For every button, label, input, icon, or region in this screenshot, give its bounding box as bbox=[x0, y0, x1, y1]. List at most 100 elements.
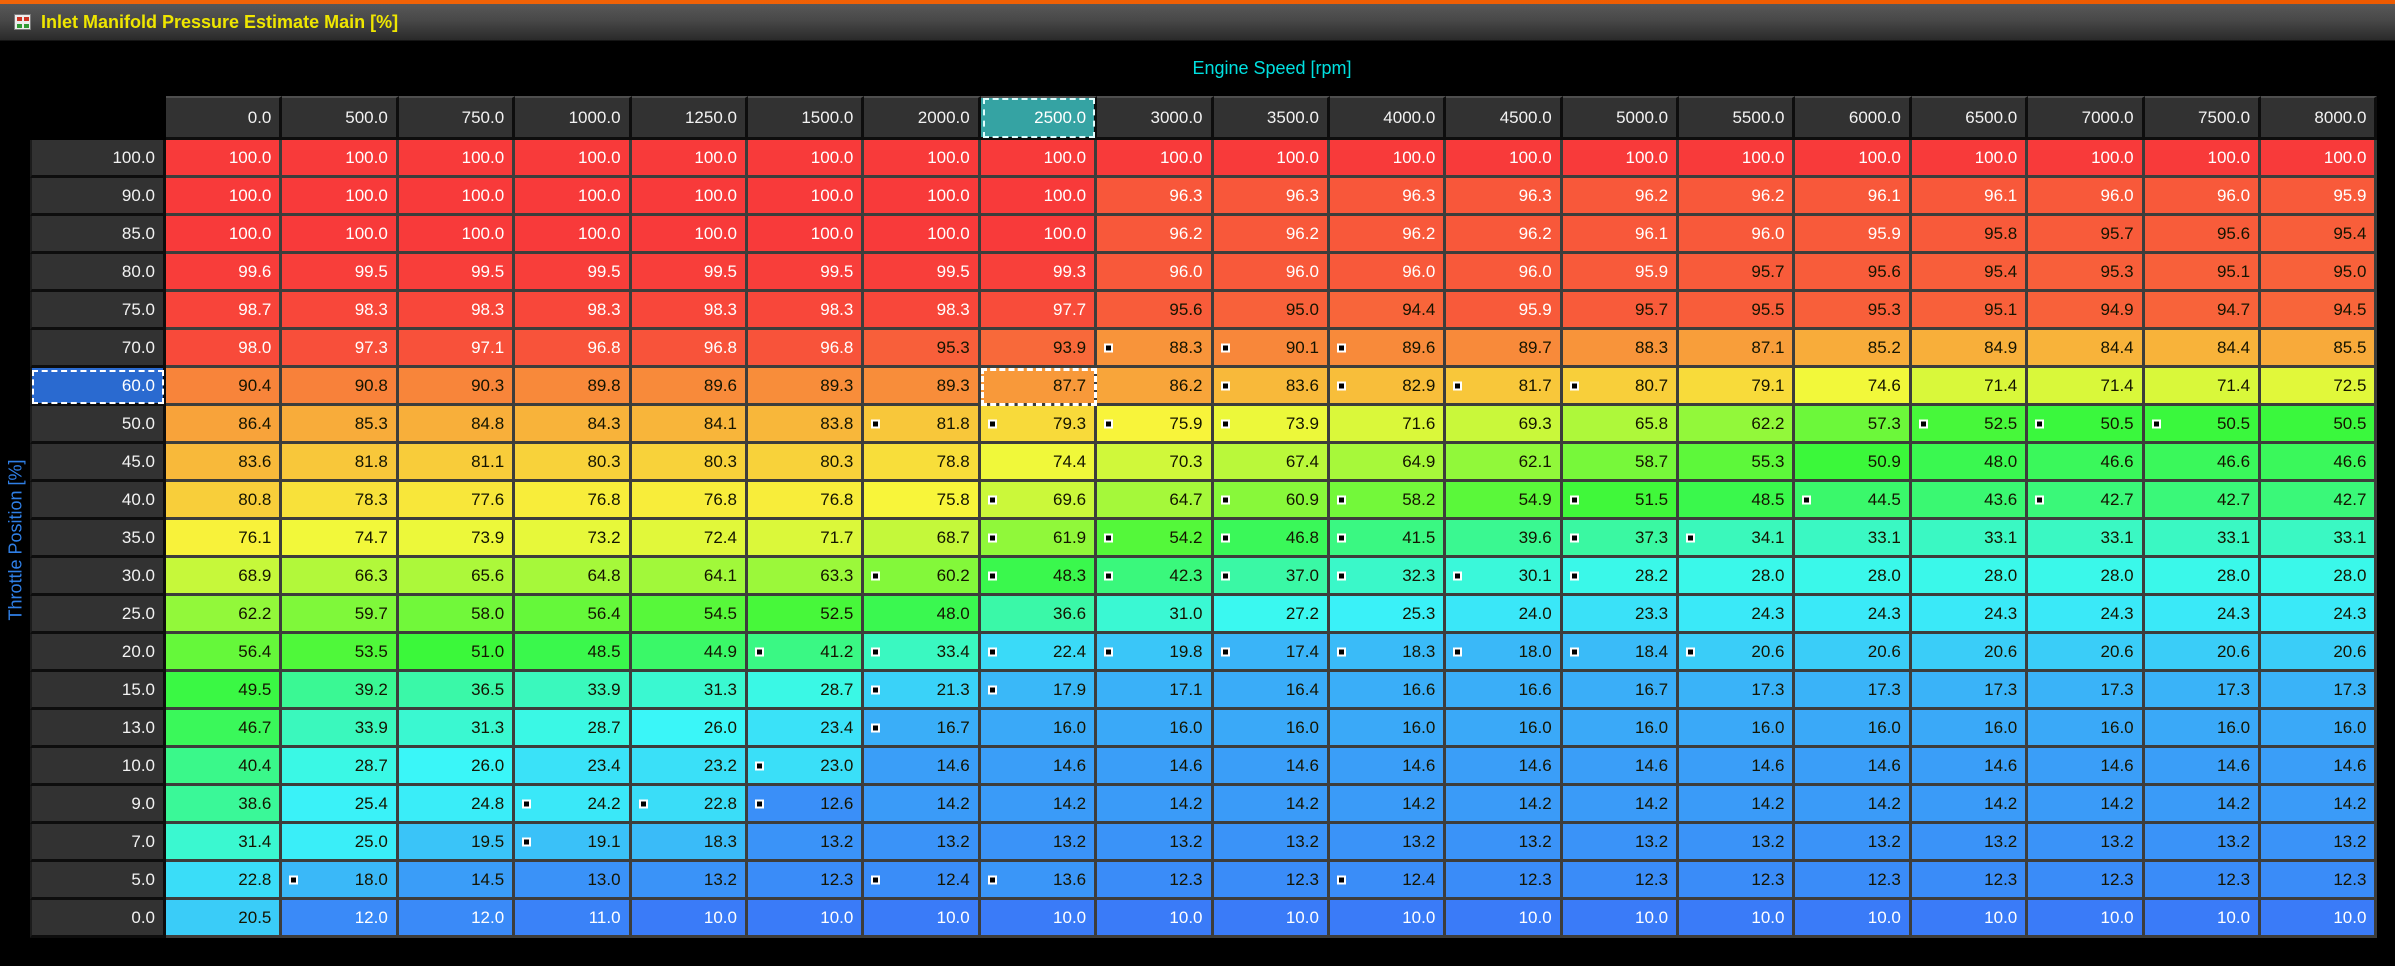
cell[interactable]: 13.2 bbox=[2145, 824, 2261, 862]
cell[interactable]: 13.2 bbox=[2028, 824, 2144, 862]
cell[interactable]: 27.2 bbox=[1214, 596, 1330, 634]
cell[interactable]: 96.0 bbox=[2145, 178, 2261, 216]
cell[interactable]: 100.0 bbox=[282, 178, 398, 216]
cell[interactable]: 79.1 bbox=[1679, 368, 1795, 406]
cell[interactable]: 95.6 bbox=[1795, 254, 1911, 292]
cell[interactable]: 14.2 bbox=[864, 786, 980, 824]
cell[interactable]: 22.8 bbox=[632, 786, 748, 824]
cell[interactable]: 85.2 bbox=[1795, 330, 1911, 368]
cell[interactable]: 13.2 bbox=[864, 824, 980, 862]
cell[interactable]: 67.4 bbox=[1214, 444, 1330, 482]
cell[interactable]: 100.0 bbox=[166, 216, 282, 254]
cell[interactable]: 16.0 bbox=[1795, 710, 1911, 748]
cell[interactable]: 100.0 bbox=[981, 140, 1097, 178]
cell[interactable]: 86.2 bbox=[1097, 368, 1213, 406]
cell[interactable]: 95.4 bbox=[2261, 216, 2377, 254]
cell[interactable]: 16.0 bbox=[2028, 710, 2144, 748]
row-header-selected[interactable]: 60.0 bbox=[30, 368, 166, 406]
cell[interactable]: 98.3 bbox=[515, 292, 631, 330]
cell[interactable]: 10.0 bbox=[1795, 900, 1911, 938]
cell[interactable]: 100.0 bbox=[1912, 140, 2028, 178]
cell[interactable]: 14.6 bbox=[2261, 748, 2377, 786]
cell[interactable]: 25.4 bbox=[282, 786, 398, 824]
cell[interactable]: 26.0 bbox=[632, 710, 748, 748]
cell[interactable]: 13.2 bbox=[1446, 824, 1562, 862]
cell[interactable]: 83.6 bbox=[1214, 368, 1330, 406]
cell[interactable]: 14.6 bbox=[2145, 748, 2261, 786]
cell[interactable]: 100.0 bbox=[1214, 140, 1330, 178]
cell[interactable]: 95.6 bbox=[1097, 292, 1213, 330]
cell[interactable]: 36.6 bbox=[981, 596, 1097, 634]
cell[interactable]: 28.0 bbox=[1912, 558, 2028, 596]
cell[interactable]: 24.0 bbox=[1446, 596, 1562, 634]
cell[interactable]: 97.1 bbox=[399, 330, 515, 368]
cell[interactable]: 62.2 bbox=[1679, 406, 1795, 444]
cell[interactable]: 14.6 bbox=[1795, 748, 1911, 786]
cell[interactable]: 42.7 bbox=[2261, 482, 2377, 520]
cell[interactable]: 95.0 bbox=[1214, 292, 1330, 330]
cell[interactable]: 21.3 bbox=[864, 672, 980, 710]
cell[interactable]: 14.2 bbox=[1097, 786, 1213, 824]
cell[interactable]: 14.6 bbox=[1679, 748, 1795, 786]
cell[interactable]: 65.8 bbox=[1563, 406, 1679, 444]
cell[interactable]: 80.3 bbox=[748, 444, 864, 482]
cell[interactable]: 13.2 bbox=[1912, 824, 2028, 862]
cell[interactable]: 42.3 bbox=[1097, 558, 1213, 596]
cell[interactable]: 61.9 bbox=[981, 520, 1097, 558]
cell[interactable]: 12.3 bbox=[748, 862, 864, 900]
cell[interactable]: 28.0 bbox=[2261, 558, 2377, 596]
cell[interactable]: 95.7 bbox=[1563, 292, 1679, 330]
cell[interactable]: 100.0 bbox=[981, 178, 1097, 216]
cell[interactable]: 39.2 bbox=[282, 672, 398, 710]
cell[interactable]: 10.0 bbox=[2145, 900, 2261, 938]
cell[interactable]: 33.1 bbox=[2145, 520, 2261, 558]
cell[interactable]: 65.6 bbox=[399, 558, 515, 596]
cell[interactable]: 10.0 bbox=[1097, 900, 1213, 938]
cell[interactable]: 14.6 bbox=[1330, 748, 1446, 786]
cell[interactable]: 96.1 bbox=[1912, 178, 2028, 216]
cell[interactable]: 69.6 bbox=[981, 482, 1097, 520]
row-header[interactable]: 0.0 bbox=[30, 900, 166, 938]
cell[interactable]: 100.0 bbox=[399, 178, 515, 216]
cell[interactable]: 31.3 bbox=[632, 672, 748, 710]
row-header[interactable]: 90.0 bbox=[30, 178, 166, 216]
cell[interactable]: 85.3 bbox=[282, 406, 398, 444]
cell[interactable]: 51.5 bbox=[1563, 482, 1679, 520]
cell[interactable]: 13.2 bbox=[1330, 824, 1446, 862]
cell[interactable]: 58.0 bbox=[399, 596, 515, 634]
cell[interactable]: 10.0 bbox=[1446, 900, 1562, 938]
column-header[interactable]: 0.0 bbox=[166, 96, 282, 140]
cell[interactable]: 88.3 bbox=[1563, 330, 1679, 368]
cell[interactable]: 12.3 bbox=[1679, 862, 1795, 900]
cell[interactable]: 95.1 bbox=[1912, 292, 2028, 330]
cell[interactable]: 28.0 bbox=[1795, 558, 1911, 596]
column-header[interactable]: 1000.0 bbox=[515, 96, 631, 140]
cell[interactable]: 14.2 bbox=[1330, 786, 1446, 824]
cell[interactable]: 34.1 bbox=[1679, 520, 1795, 558]
cell[interactable]: 60.2 bbox=[864, 558, 980, 596]
cell[interactable]: 17.3 bbox=[2145, 672, 2261, 710]
cell[interactable]: 48.5 bbox=[1679, 482, 1795, 520]
cell[interactable]: 17.3 bbox=[1912, 672, 2028, 710]
cell[interactable]: 13.2 bbox=[1214, 824, 1330, 862]
cell[interactable]: 40.4 bbox=[166, 748, 282, 786]
cell[interactable]: 23.2 bbox=[632, 748, 748, 786]
cell[interactable]: 10.0 bbox=[981, 900, 1097, 938]
cell[interactable]: 33.4 bbox=[864, 634, 980, 672]
cell[interactable]: 84.4 bbox=[2145, 330, 2261, 368]
row-header[interactable]: 50.0 bbox=[30, 406, 166, 444]
cell[interactable]: 33.1 bbox=[1795, 520, 1911, 558]
cell[interactable]: 12.3 bbox=[1912, 862, 2028, 900]
cell[interactable]: 24.3 bbox=[1795, 596, 1911, 634]
cell[interactable]: 10.0 bbox=[748, 900, 864, 938]
cell[interactable]: 10.0 bbox=[2261, 900, 2377, 938]
cell[interactable]: 71.7 bbox=[748, 520, 864, 558]
cell[interactable]: 100.0 bbox=[632, 216, 748, 254]
cell[interactable]: 84.3 bbox=[515, 406, 631, 444]
row-header[interactable]: 13.0 bbox=[30, 710, 166, 748]
cell[interactable]: 76.1 bbox=[166, 520, 282, 558]
cell[interactable]: 18.4 bbox=[1563, 634, 1679, 672]
cell[interactable]: 100.0 bbox=[282, 216, 398, 254]
cell[interactable]: 12.3 bbox=[2261, 862, 2377, 900]
cell[interactable]: 12.3 bbox=[1795, 862, 1911, 900]
